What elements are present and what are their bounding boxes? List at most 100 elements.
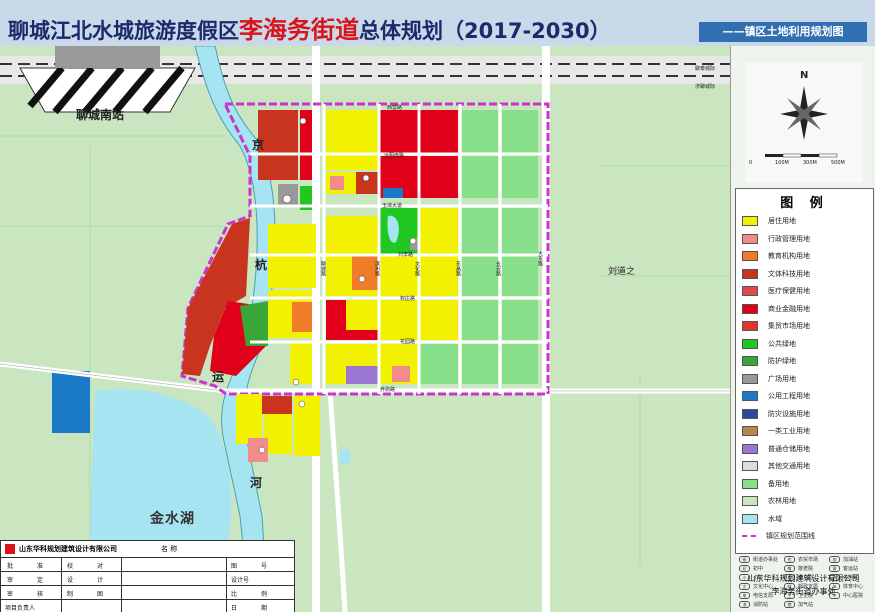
tb-r3-c2: 核 [37,591,44,598]
legend-item: 农林用地 [742,495,796,507]
legend-label: 教育机构用地 [768,252,810,260]
symbol-icon: 加 [829,556,840,563]
legend-label: 文体科技用地 [768,269,810,278]
canal-label-1: 京 [252,138,265,152]
rail-label-2: 济聊城际 [695,84,716,90]
header-bar: 聊城江北水城旅游度假区李海务街道总体规划（2017-2030） ——镇区土地利用… [0,0,875,47]
legend-label: 商业金融用地 [768,304,810,313]
legend-swatch [742,286,758,296]
scale-500: 500M [831,160,845,166]
tb-r4-c6: 期 [261,605,268,612]
map-title: 聊城江北水城旅游度假区李海务街道总体规划（2017-2030） [8,10,611,45]
legend-label: 农林用地 [768,497,796,505]
legend-swatch [742,426,758,436]
road-label-12: 长安路 [495,261,501,276]
legend-item: 公用工程用地 [742,390,810,402]
legend-item: 公共绿地 [742,338,796,350]
legend-swatch [742,356,758,366]
symbol-icon: 街 [739,556,750,563]
symbol-label: 消防站 [753,602,769,608]
company-logo-icon [5,544,15,554]
company-credit: 山东华科规划建筑设计有限公司 李海务街道办事处 [731,572,875,598]
road-label-8: 聊城路 [320,261,326,276]
canal-label-3: 运 [212,370,225,384]
compass-scale-box: N 0 100M 300M 500M [745,62,863,182]
legend-item: 镇区规划范围线 [742,530,815,542]
road-label-10: 文化路 [414,261,420,276]
title-block-company: 山东华科规划建筑设计有限公司 [19,545,117,553]
tb-r2-c5: 设计号 [231,577,250,584]
legend-title: 图 例 [780,196,829,211]
symbol-label: 初中 [753,566,764,572]
symbol-label: 加油站 [843,557,859,563]
symbol-icon: 初 [739,565,750,572]
road-label-4: 刘李路 [398,252,414,258]
canal-label-2: 杭 [255,258,268,272]
legend-label: 防护绿地 [768,357,796,365]
legend-label: 行政管理用地 [768,234,810,243]
legend-swatch [742,443,758,454]
village-label: 刘道之 [608,267,636,277]
company-line-2: 李海务街道办事处 [771,587,836,596]
tb-r3-c5: 比 [231,591,238,598]
legend-label: 防灾设施用地 [768,409,810,418]
legend-label: 公共绿地 [768,339,796,348]
legend-label: 普通仓储用地 [768,444,810,453]
symbol-item: 加加油站 [829,556,858,563]
title-block: 山东华科规划建筑设计有限公司 名 称 批 准 校 对 图 号 审 定 设 计 设… [0,540,295,612]
legend-item: 居住用地 [742,215,796,227]
legend-item: 文体科技用地 [742,268,810,280]
tb-r1-c1: 批 [7,563,14,570]
legend-item: 防灾设施用地 [742,408,810,420]
legend-item: 集贸市场用地 [742,320,810,332]
symbol-icon: 燃 [784,601,795,608]
legend-swatch [742,478,758,489]
legend-swatch [742,496,758,506]
legend-label: 公用工程用地 [768,392,810,400]
scale-300: 300M [803,160,817,166]
legend-label: 其他交通用地 [768,462,810,470]
tb-r3-c6: 例 [261,591,268,598]
legend-item: 备用地 [742,478,789,490]
tb-r4-c5: 日 [231,605,238,612]
map-canvas [0,46,730,612]
road-label-9: 滨州路 [374,261,380,276]
legend-label: 广场用地 [768,374,796,383]
road-label-6: 花园路 [400,339,416,345]
road-label-2: 运明南路 [384,153,405,159]
legend-item: 商业金融用地 [742,303,810,315]
symbol-item: 消消防站 [739,601,768,608]
tb-r1-c6: 号 [261,563,268,570]
symbol-label: 农贸市场 [798,557,819,563]
canal-label-4: 河 [250,476,263,490]
road-label-5: 权庄路 [400,296,416,302]
right-panel: N 0 100M 300M 500M 图 例 居住用地行政管理用地 教育机构用地文… [730,46,875,612]
title-highlight: 李海务街道 [239,16,359,44]
company-line-1: 山东华科规划建筑设计有限公司 [747,574,860,583]
legend-item: 行政管理用地 [742,233,810,245]
tb-r2-c3: 设 [67,577,74,584]
tb-r2-c1: 审 [7,577,14,584]
tb-r4-c1: 项目负责人 [5,605,36,612]
lake-label: 金水湖 [150,511,195,527]
legend-label: 集贸市场用地 [768,322,810,330]
symbol-label: 加气站 [798,602,814,608]
legend-item: 教育机构用地 [742,250,810,262]
legend-swatch [742,251,758,261]
symbol-label: 街道办事处 [753,557,779,563]
legend-item: 广场用地 [742,373,796,385]
legend-item: 其他交通用地 [742,460,810,472]
rail-label-1: 聊泰城际 [695,66,716,72]
legend-swatch [742,408,758,419]
legend-swatch [742,303,758,314]
tb-r1-c5: 图 [231,563,238,570]
legend-swatch [742,461,758,471]
legend-label: 水域 [768,514,782,523]
legend-label: 镇区规划范围线 [766,532,815,540]
station-label: 聊城南站 [76,108,125,122]
symbol-icon: 敬 [784,565,795,572]
symbol-item: 街街道办事处 [739,556,778,563]
tb-r1-c3: 校 [67,563,74,570]
symbol-icon: 消 [739,601,750,608]
scale-0: 0 [749,160,753,166]
